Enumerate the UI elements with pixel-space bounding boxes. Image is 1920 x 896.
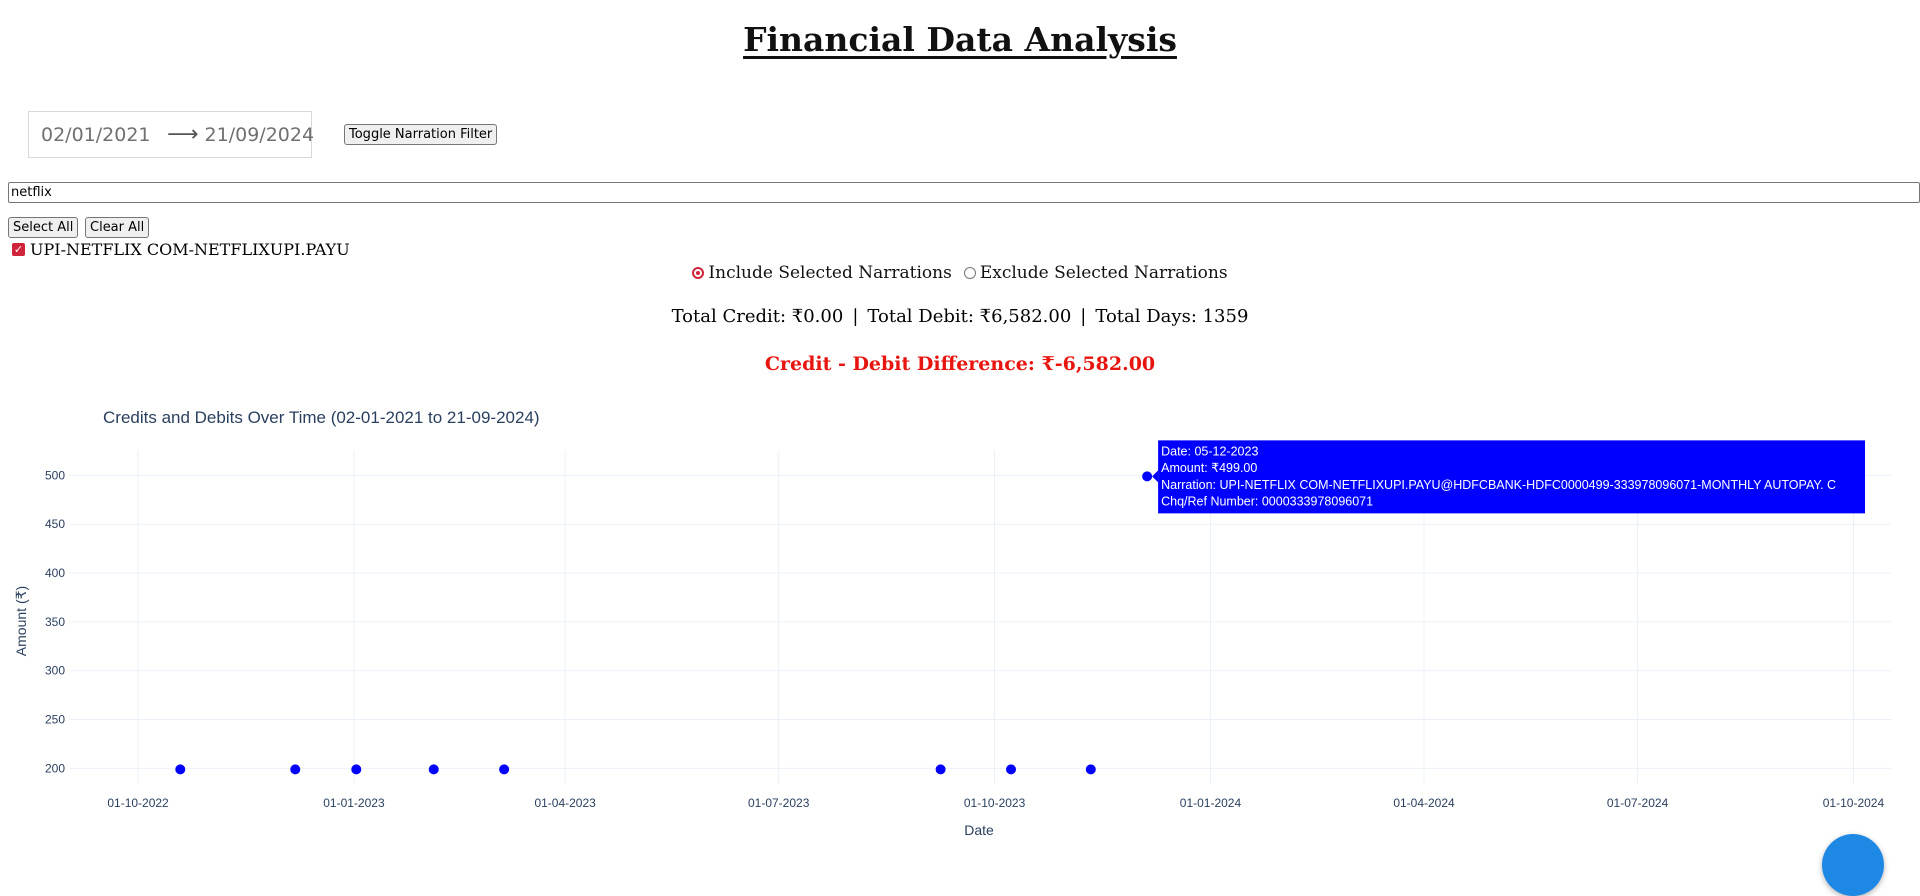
- data-point[interactable]: [1142, 471, 1153, 482]
- x-tick-label: 01-07-2023: [748, 796, 810, 810]
- data-point[interactable]: [175, 764, 186, 775]
- clear-all-button[interactable]: Clear All: [85, 217, 150, 238]
- tooltip-line: Narration: UPI-NETFLIX COM-NETFLIXUPI.PA…: [1161, 478, 1836, 492]
- exclude-narrations-label: Exclude Selected Narrations: [979, 263, 1228, 283]
- total-days: Total Days: 1359: [1095, 306, 1249, 327]
- narration-option-label: UPI-NETFLIX COM-NETFLIXUPI.PAYU: [30, 240, 350, 259]
- x-tick-label: 01-01-2023: [323, 796, 385, 810]
- select-all-button[interactable]: Select All: [8, 217, 79, 238]
- x-tick-label: 01-10-2022: [107, 796, 169, 810]
- narration-option[interactable]: ✓ UPI-NETFLIX COM-NETFLIXUPI.PAYU: [12, 240, 350, 259]
- checkbox-checked-icon[interactable]: ✓: [12, 243, 25, 256]
- include-narrations-label: Include Selected Narrations: [708, 263, 952, 283]
- data-point[interactable]: [935, 764, 946, 775]
- tooltip-line: Amount: ₹499.00: [1161, 461, 1257, 475]
- data-point[interactable]: [1006, 764, 1017, 775]
- x-tick-label: 01-04-2024: [1393, 796, 1455, 810]
- date-range-picker[interactable]: ⟶: [28, 111, 323, 158]
- data-point[interactable]: [1085, 764, 1096, 775]
- x-tick-label: 01-07-2024: [1607, 796, 1669, 810]
- chart-title: Credits and Debits Over Time (02-01-2021…: [103, 408, 540, 427]
- x-tick-label: 01-04-2023: [534, 796, 596, 810]
- totals-summary: Total Credit: ₹0.00 | Total Debit: ₹6,582.…: [0, 306, 1920, 327]
- y-tick-label: 200: [45, 761, 65, 775]
- credits-debits-chart[interactable]: Credits and Debits Over Time (02-01-2021…: [0, 395, 1920, 855]
- data-point[interactable]: [499, 764, 510, 775]
- y-axis-label: Amount (₹): [13, 586, 29, 656]
- data-point[interactable]: [290, 764, 301, 775]
- radio-unselected-icon[interactable]: [963, 267, 976, 279]
- y-tick-label: 250: [45, 713, 65, 727]
- arrow-right-icon: ⟶: [167, 122, 199, 147]
- end-date-input[interactable]: [204, 123, 323, 146]
- tooltip-line: Date: 05-12-2023: [1161, 444, 1258, 458]
- x-axis-label: Date: [964, 822, 994, 838]
- page-title: Financial Data Analysis: [743, 20, 1177, 59]
- toggle-narration-filter-button[interactable]: Toggle Narration Filter: [344, 124, 498, 145]
- exclude-narrations-option[interactable]: Exclude Selected Narrations: [963, 263, 1228, 283]
- separator: |: [852, 306, 859, 327]
- x-tick-label: 01-01-2024: [1180, 796, 1242, 810]
- credit-debit-difference: Credit - Debit Difference: ₹-6,582.00: [764, 353, 1156, 375]
- data-point[interactable]: [351, 764, 362, 775]
- y-tick-label: 450: [45, 517, 65, 531]
- include-narrations-option[interactable]: Include Selected Narrations: [692, 263, 952, 283]
- y-tick-label: 300: [45, 664, 65, 678]
- start-date-input[interactable]: [41, 123, 159, 146]
- x-tick-label: 01-10-2024: [1823, 796, 1885, 810]
- radio-selected-icon[interactable]: [692, 267, 705, 279]
- total-credit: Total Credit: ₹0.00: [671, 306, 844, 327]
- narration-search-input[interactable]: [8, 182, 1920, 203]
- y-tick-label: 350: [45, 615, 65, 629]
- total-debit: Total Debit: ₹6,582.00: [867, 306, 1072, 327]
- tooltip-line: Chq/Ref Number: 0000333978096071: [1161, 494, 1373, 508]
- floating-action-button[interactable]: [1822, 834, 1884, 896]
- narration-mode-group: Include Selected Narrations Exclude Sele…: [0, 263, 1920, 283]
- data-point[interactable]: [428, 764, 439, 775]
- y-tick-label: 500: [45, 468, 65, 482]
- x-tick-label: 01-10-2023: [964, 796, 1026, 810]
- separator: |: [1080, 306, 1087, 327]
- tooltip-pointer: [1152, 470, 1159, 483]
- y-tick-label: 400: [45, 566, 65, 580]
